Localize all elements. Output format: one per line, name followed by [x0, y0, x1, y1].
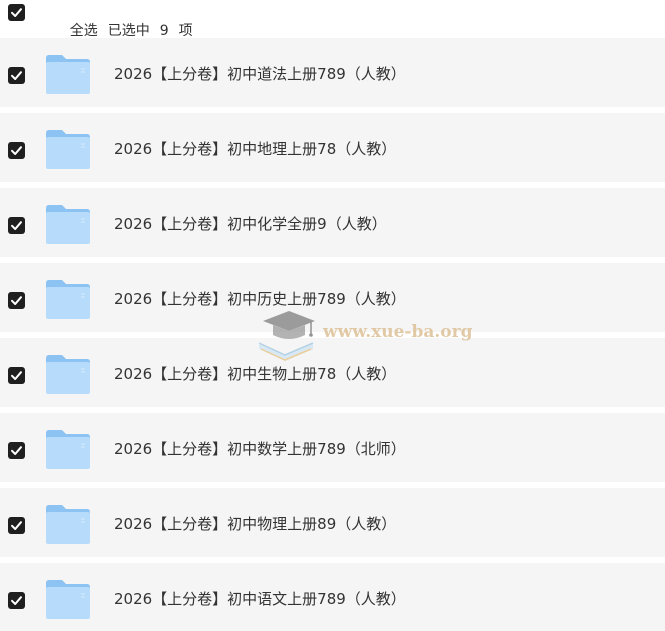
- file-checkbox[interactable]: [8, 517, 25, 534]
- selected-label: 已选中: [107, 23, 150, 39]
- checkmark-icon: [11, 146, 22, 155]
- file-name[interactable]: 2026【上分卷】初中数学上册789（北师）: [114, 439, 406, 459]
- file-row[interactable]: 2026【上分卷】初中道法上册789（人教）: [0, 38, 665, 107]
- watermark: www.xue-ba.org: [255, 305, 485, 365]
- folder-icon[interactable]: [44, 502, 92, 546]
- folder-icon[interactable]: [44, 202, 92, 246]
- file-name[interactable]: 2026【上分卷】初中化学全册9（人教）: [114, 214, 387, 234]
- file-name[interactable]: 2026【上分卷】初中道法上册789（人教）: [114, 64, 406, 84]
- checkmark-icon: [11, 446, 22, 455]
- file-checkbox[interactable]: [8, 67, 25, 84]
- folder-icon[interactable]: [44, 277, 92, 321]
- file-row[interactable]: 2026【上分卷】初中地理上册78（人教）: [0, 113, 665, 182]
- file-row[interactable]: 2026【上分卷】初中化学全册9（人教）: [0, 188, 665, 257]
- checkmark-icon: [11, 8, 22, 17]
- file-name[interactable]: 2026【上分卷】初中语文上册789（人教）: [114, 589, 406, 609]
- checkmark-icon: [11, 521, 22, 530]
- folder-icon[interactable]: [44, 127, 92, 171]
- file-checkbox[interactable]: [8, 442, 25, 459]
- file-name[interactable]: 2026【上分卷】初中生物上册78（人教）: [114, 364, 396, 384]
- graduation-cap-icon: [258, 311, 315, 361]
- checkmark-icon: [11, 71, 22, 80]
- select-all-checkbox[interactable]: [8, 4, 25, 21]
- file-checkbox[interactable]: [8, 217, 25, 234]
- folder-icon[interactable]: [44, 577, 92, 621]
- file-name[interactable]: 2026【上分卷】初中物理上册89（人教）: [114, 514, 396, 534]
- file-checkbox[interactable]: [8, 292, 25, 309]
- file-checkbox[interactable]: [8, 367, 25, 384]
- selected-unit: 项: [178, 23, 193, 39]
- file-row[interactable]: 2026【上分卷】初中物理上册89（人教）: [0, 488, 665, 557]
- selection-header: 全选 已选中 9 项: [0, 0, 665, 39]
- checkmark-icon: [11, 371, 22, 380]
- checkmark-icon: [11, 296, 22, 305]
- file-row[interactable]: 2026【上分卷】初中数学上册789（北师）: [0, 413, 665, 482]
- folder-icon[interactable]: [44, 427, 92, 471]
- file-checkbox[interactable]: [8, 142, 25, 159]
- folder-icon[interactable]: [44, 52, 92, 96]
- file-checkbox[interactable]: [8, 592, 25, 609]
- file-row[interactable]: 2026【上分卷】初中语文上册789（人教）: [0, 563, 665, 631]
- file-name[interactable]: 2026【上分卷】初中地理上册78（人教）: [114, 139, 396, 159]
- folder-icon[interactable]: [44, 352, 92, 396]
- file-list-page: 全选 已选中 9 项 2026【上分卷】初中道法上册789（人教） 2026【上分卷】…: [0, 0, 665, 631]
- watermark-text: www.xue-ba.org: [323, 322, 473, 342]
- select-all-label[interactable]: 全选: [70, 23, 98, 39]
- selected-count: 9: [159, 23, 169, 39]
- checkmark-icon: [11, 596, 22, 605]
- checkmark-icon: [11, 221, 22, 230]
